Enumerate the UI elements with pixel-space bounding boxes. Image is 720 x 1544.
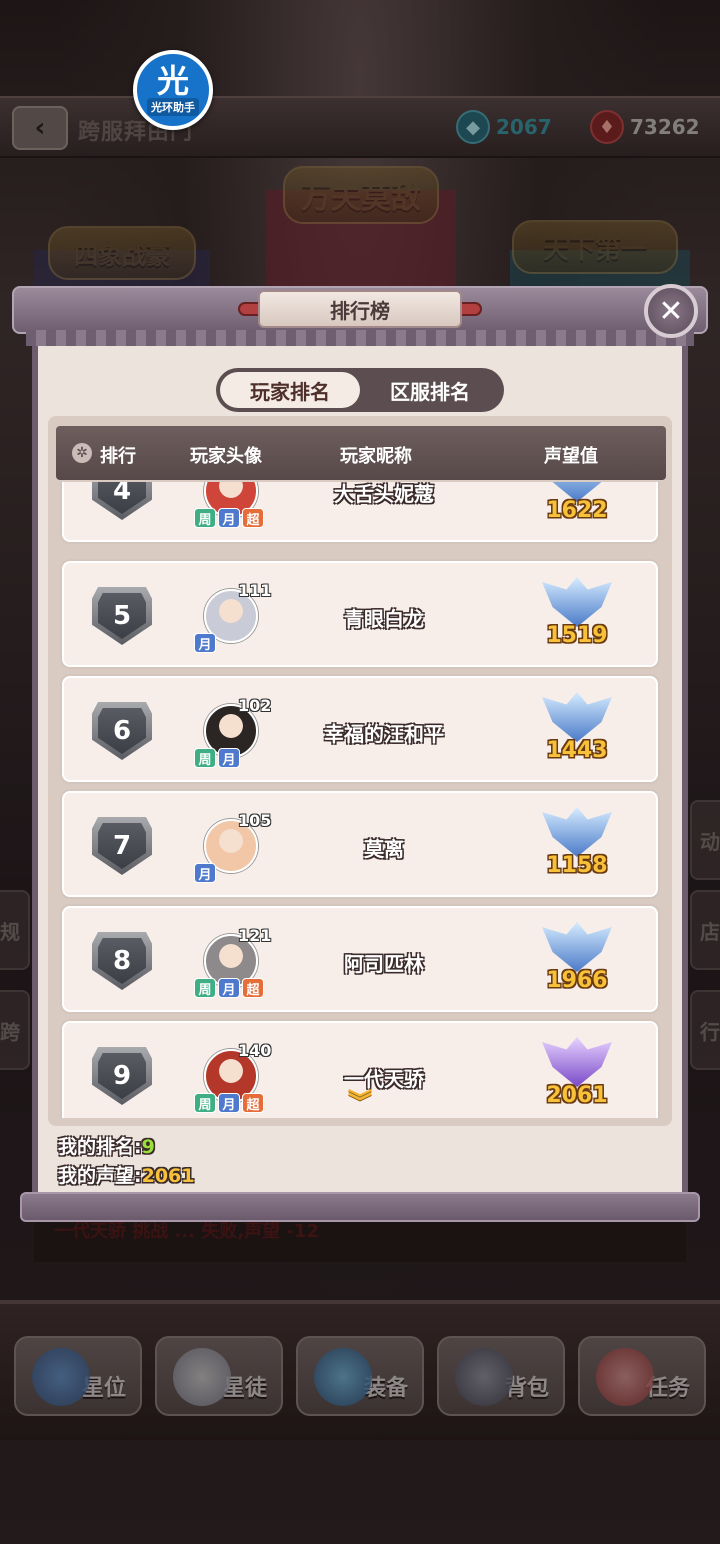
- player-name: 一代天骄: [344, 1067, 424, 1091]
- col-avatar: 玩家头像: [190, 446, 262, 467]
- col-rank: 排行: [100, 446, 136, 467]
- my-prestige-value: 2061: [141, 1165, 195, 1187]
- rank-number: 9: [98, 1053, 146, 1099]
- leaderboard-footer: [20, 1192, 700, 1222]
- prestige-value: 2061: [546, 1083, 608, 1108]
- rank-badge: 7: [92, 817, 152, 875]
- tags: 周月超: [194, 1093, 264, 1113]
- tag-badge: 月: [194, 633, 216, 653]
- tag-badge: 周: [194, 1093, 216, 1113]
- player-name: 阿司匹林: [344, 952, 424, 976]
- scroll-more-chevron-icon[interactable]: ︾: [344, 1088, 376, 1116]
- player-level: 102: [238, 696, 272, 715]
- player-name: 青眼白龙: [344, 607, 424, 631]
- tab-server-ranking[interactable]: 区服排名: [360, 372, 500, 408]
- col-prestige: 声望值: [544, 446, 598, 467]
- header-trim: [26, 330, 694, 346]
- tag-badge: 超: [242, 1093, 264, 1113]
- tags: 周月超: [194, 978, 264, 998]
- my-prestige: 我的声望:2061: [58, 1161, 195, 1188]
- tag-badge: 周: [194, 508, 216, 528]
- tag-badge: 超: [242, 978, 264, 998]
- tag-badge: 月: [218, 978, 240, 998]
- tag-badge: 月: [194, 863, 216, 883]
- player-level: 105: [238, 811, 272, 830]
- prestige-crest-icon: [542, 807, 612, 857]
- tag-badge: 月: [218, 508, 240, 528]
- helper-glyph: 光: [156, 62, 189, 100]
- my-rank-value: 9: [141, 1136, 155, 1158]
- tab-player-ranking[interactable]: 玩家排名: [220, 372, 360, 408]
- tag-badge: 周: [194, 978, 216, 998]
- tag-badge: 周: [194, 748, 216, 768]
- tags: 月: [194, 633, 216, 653]
- prestige-crest-icon: [542, 577, 612, 627]
- tag-badge: 月: [218, 748, 240, 768]
- prestige-crest-icon: [542, 692, 612, 742]
- my-rank: 我的排名:9: [58, 1132, 155, 1159]
- settings-icon: ✲: [72, 443, 92, 463]
- player-level: 121: [238, 926, 272, 945]
- column-header: ✲ 排行 玩家头像 玩家昵称 声望值: [56, 426, 666, 480]
- rank-number: 8: [98, 938, 146, 984]
- table-row[interactable]: 4 周月超 大舌头妮蔻 1622: [62, 482, 658, 542]
- tags: 周月: [194, 748, 240, 768]
- player-name: 莫离: [364, 837, 404, 861]
- rank-number: 7: [98, 823, 146, 869]
- leaderboard-title: 排行榜: [258, 290, 462, 328]
- ranking-list[interactable]: 4 周月超 大舌头妮蔻 1622 5 111 月 青眼白龙 1519 6 102…: [56, 482, 666, 1118]
- rank-number: 6: [98, 708, 146, 754]
- tags: 周月超: [194, 508, 264, 528]
- ranking-tabs: 玩家排名 区服排名: [216, 368, 504, 412]
- prestige-value: 1622: [546, 498, 608, 523]
- rank-badge: 4: [92, 482, 152, 520]
- helper-app-badge[interactable]: 光 光环助手: [133, 50, 213, 130]
- prestige-value: 1158: [546, 853, 608, 878]
- rank-badge: 8: [92, 932, 152, 990]
- prestige-value: 1519: [546, 623, 608, 648]
- tag-badge: 超: [242, 508, 264, 528]
- prestige-value: 1966: [546, 968, 608, 993]
- my-prestige-label: 我的声望:: [58, 1165, 142, 1187]
- prestige-crest-icon: [542, 1037, 612, 1087]
- col-nickname: 玩家昵称: [340, 446, 412, 467]
- table-row[interactable]: 6 102 周月 幸福的汪和平 1443: [62, 676, 658, 782]
- rank-number: 4: [98, 482, 146, 514]
- rank-badge: 9: [92, 1047, 152, 1105]
- close-icon: ✕: [658, 293, 684, 329]
- prestige-crest-icon: [542, 922, 612, 972]
- rank-badge: 6: [92, 702, 152, 760]
- prestige-value: 1443: [546, 738, 608, 763]
- rank-number: 5: [98, 593, 146, 639]
- tags: 月: [194, 863, 216, 883]
- table-row[interactable]: 7 105 月 莫离 1158: [62, 791, 658, 897]
- player-level: 111: [238, 581, 272, 600]
- player-name: 大舌头妮蔻: [334, 482, 434, 506]
- my-rank-label: 我的排名:: [58, 1136, 142, 1158]
- table-row[interactable]: 8 121 周月超 阿司匹林 1966: [62, 906, 658, 1012]
- close-button[interactable]: ✕: [644, 284, 698, 338]
- player-level: 140: [238, 1041, 272, 1060]
- rank-badge: 5: [92, 587, 152, 645]
- table-row[interactable]: 5 111 月 青眼白龙 1519: [62, 561, 658, 667]
- tag-badge: 月: [218, 1093, 240, 1113]
- helper-label: 光环助手: [147, 98, 199, 116]
- player-name: 幸福的汪和平: [324, 722, 444, 746]
